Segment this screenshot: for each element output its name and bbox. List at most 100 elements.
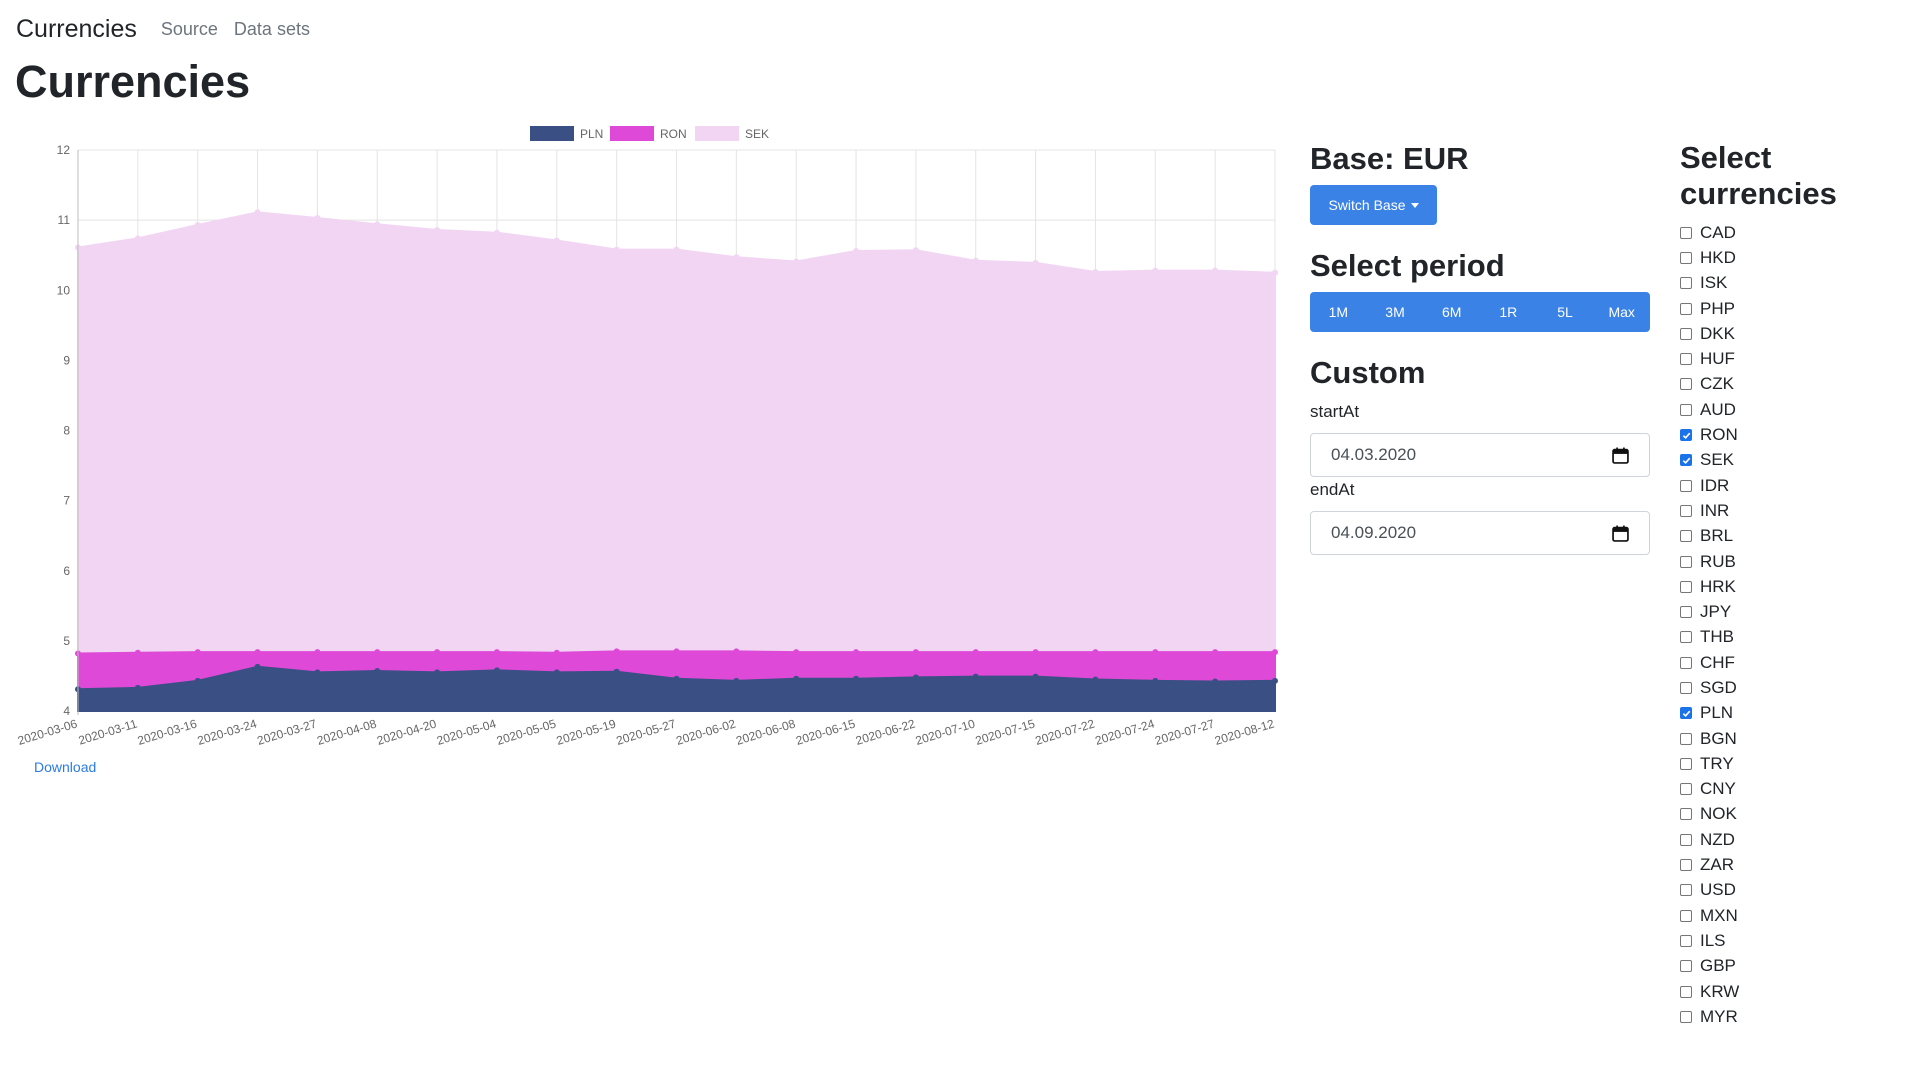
download-link[interactable]: Download bbox=[34, 759, 96, 775]
currency-item[interactable]: KRW bbox=[1680, 979, 1880, 1004]
legend-label-ron[interactable]: RON bbox=[660, 127, 687, 141]
currency-item[interactable]: ZAR bbox=[1680, 852, 1880, 877]
currency-checkbox[interactable] bbox=[1680, 909, 1692, 922]
nav-link-source[interactable]: Source bbox=[161, 19, 218, 40]
currency-item[interactable]: RON bbox=[1680, 422, 1880, 447]
data-point-sek bbox=[853, 247, 860, 254]
data-point-sek bbox=[493, 229, 500, 236]
currency-checkbox[interactable] bbox=[1680, 327, 1692, 340]
start-at-date-input[interactable]: 04.03.2020 bbox=[1310, 433, 1650, 477]
currency-item[interactable]: AUD bbox=[1680, 397, 1880, 422]
currency-item[interactable]: ILS bbox=[1680, 928, 1880, 953]
legend-swatch-pln[interactable] bbox=[530, 126, 574, 141]
currency-item[interactable]: SGD bbox=[1680, 675, 1880, 700]
nav-link-data-sets[interactable]: Data sets bbox=[234, 19, 310, 40]
currency-item[interactable]: BRL bbox=[1680, 524, 1880, 549]
data-point-ron bbox=[1212, 649, 1219, 656]
currency-item[interactable]: NZD bbox=[1680, 827, 1880, 852]
currency-item[interactable]: CHF bbox=[1680, 650, 1880, 675]
currency-checkbox[interactable] bbox=[1680, 277, 1692, 290]
x-tick-label: 2020-06-02 bbox=[674, 716, 737, 747]
currency-item[interactable]: USD bbox=[1680, 878, 1880, 903]
currency-checkbox[interactable] bbox=[1680, 454, 1692, 467]
currency-checkbox[interactable] bbox=[1680, 251, 1692, 264]
period-button-6m[interactable]: 6M bbox=[1423, 292, 1480, 332]
currency-item[interactable]: PHP bbox=[1680, 296, 1880, 321]
currency-checkbox[interactable] bbox=[1680, 884, 1692, 897]
currency-checkbox[interactable] bbox=[1680, 934, 1692, 947]
currency-checkbox[interactable] bbox=[1680, 403, 1692, 416]
currency-item[interactable]: RUB bbox=[1680, 549, 1880, 574]
calendar-icon[interactable] bbox=[1612, 525, 1629, 542]
currency-item[interactable]: HRK bbox=[1680, 574, 1880, 599]
switch-base-button[interactable]: Switch Base bbox=[1310, 185, 1437, 225]
currency-checkbox[interactable] bbox=[1680, 808, 1692, 821]
currency-item[interactable]: MXN bbox=[1680, 903, 1880, 928]
currency-item[interactable]: DKK bbox=[1680, 321, 1880, 346]
period-button-max[interactable]: Max bbox=[1593, 292, 1650, 332]
period-button-1m[interactable]: 1M bbox=[1310, 292, 1367, 332]
currency-item[interactable]: PLN bbox=[1680, 701, 1880, 726]
currency-checkbox[interactable] bbox=[1680, 656, 1692, 669]
currency-checkbox[interactable] bbox=[1680, 504, 1692, 517]
currency-item[interactable]: MYR bbox=[1680, 1004, 1880, 1029]
period-button-1r[interactable]: 1R bbox=[1480, 292, 1537, 332]
currency-checkbox[interactable] bbox=[1680, 757, 1692, 770]
currency-item[interactable]: CAD bbox=[1680, 220, 1880, 245]
x-tick-label: 2020-07-24 bbox=[1093, 716, 1156, 747]
data-point-ron bbox=[553, 649, 560, 656]
currency-checkbox[interactable] bbox=[1680, 859, 1692, 872]
currency-checkbox[interactable] bbox=[1680, 783, 1692, 796]
currency-item[interactable]: BGN bbox=[1680, 726, 1880, 751]
currency-item[interactable]: SEK bbox=[1680, 448, 1880, 473]
currency-checkbox[interactable] bbox=[1680, 429, 1692, 442]
currency-item[interactable]: CZK bbox=[1680, 372, 1880, 397]
currency-item[interactable]: GBP bbox=[1680, 954, 1880, 979]
currency-checkbox[interactable] bbox=[1680, 833, 1692, 846]
currency-item[interactable]: HKD bbox=[1680, 245, 1880, 270]
currency-item[interactable]: THB bbox=[1680, 625, 1880, 650]
currency-checkbox[interactable] bbox=[1680, 302, 1692, 315]
currency-checkbox[interactable] bbox=[1680, 1010, 1692, 1023]
data-point-pln bbox=[1092, 676, 1099, 683]
period-button-5l[interactable]: 5L bbox=[1537, 292, 1594, 332]
currency-item[interactable]: HUF bbox=[1680, 346, 1880, 371]
calendar-icon[interactable] bbox=[1612, 447, 1629, 464]
data-point-ron bbox=[733, 648, 740, 655]
data-point-ron bbox=[613, 648, 620, 655]
x-tick-label: 2020-03-24 bbox=[196, 716, 259, 747]
currency-checkbox[interactable] bbox=[1680, 353, 1692, 366]
currency-checkbox[interactable] bbox=[1680, 681, 1692, 694]
currency-item[interactable]: CNY bbox=[1680, 777, 1880, 802]
currency-item[interactable]: IDR bbox=[1680, 473, 1880, 498]
currency-checkbox[interactable] bbox=[1680, 530, 1692, 543]
currency-item[interactable]: NOK bbox=[1680, 802, 1880, 827]
currency-checkbox[interactable] bbox=[1680, 555, 1692, 568]
data-point-ron bbox=[314, 649, 321, 656]
legend-label-sek[interactable]: SEK bbox=[745, 127, 769, 141]
currency-item[interactable]: JPY bbox=[1680, 599, 1880, 624]
legend-label-pln[interactable]: PLN bbox=[580, 127, 603, 141]
currency-checkbox[interactable] bbox=[1680, 732, 1692, 745]
currency-code: PHP bbox=[1700, 298, 1735, 318]
currency-item[interactable]: INR bbox=[1680, 498, 1880, 523]
currency-checkbox[interactable] bbox=[1680, 580, 1692, 593]
currency-checkbox[interactable] bbox=[1680, 479, 1692, 492]
currency-checkbox[interactable] bbox=[1680, 985, 1692, 998]
currency-code: KRW bbox=[1700, 981, 1740, 1001]
legend-swatch-sek[interactable] bbox=[695, 126, 739, 141]
currency-checkbox[interactable] bbox=[1680, 707, 1692, 720]
navbar-brand[interactable]: Currencies bbox=[16, 15, 137, 44]
period-button-3m[interactable]: 3M bbox=[1367, 292, 1424, 332]
end-at-date-input[interactable]: 04.09.2020 bbox=[1310, 511, 1650, 555]
legend-swatch-ron[interactable] bbox=[610, 126, 654, 141]
currency-checkbox[interactable] bbox=[1680, 606, 1692, 619]
data-point-sek bbox=[733, 254, 740, 261]
currency-item[interactable]: TRY bbox=[1680, 751, 1880, 776]
currency-checkbox[interactable] bbox=[1680, 378, 1692, 391]
data-point-sek bbox=[673, 246, 680, 253]
currency-checkbox[interactable] bbox=[1680, 226, 1692, 239]
currency-checkbox[interactable] bbox=[1680, 631, 1692, 644]
currency-item[interactable]: ISK bbox=[1680, 271, 1880, 296]
currency-checkbox[interactable] bbox=[1680, 960, 1692, 973]
